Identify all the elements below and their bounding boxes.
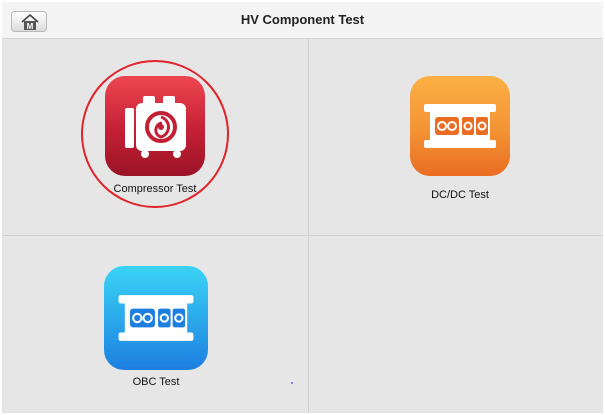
grid-divider-vertical — [308, 39, 309, 413]
tile-dcdc-test[interactable]: DC/DC Test — [400, 76, 520, 216]
grid-divider-horizontal — [2, 235, 603, 236]
dcdc-converter-icon — [410, 76, 510, 176]
tile-obc-test-label: OBC Test — [132, 376, 180, 388]
tile-obc-test[interactable]: OBC Test — [96, 266, 216, 406]
highlight-ring — [81, 60, 229, 208]
stray-dot — [291, 382, 293, 384]
tile-dcdc-test-label: DC/DC Test — [431, 189, 489, 201]
title-bar: M HV Component Test — [2, 2, 603, 39]
obc-charger-icon — [104, 266, 208, 370]
screen: M HV Component Test Compressor Test DC/D… — [2, 2, 603, 413]
page-title: HV Component Test — [240, 12, 365, 27]
